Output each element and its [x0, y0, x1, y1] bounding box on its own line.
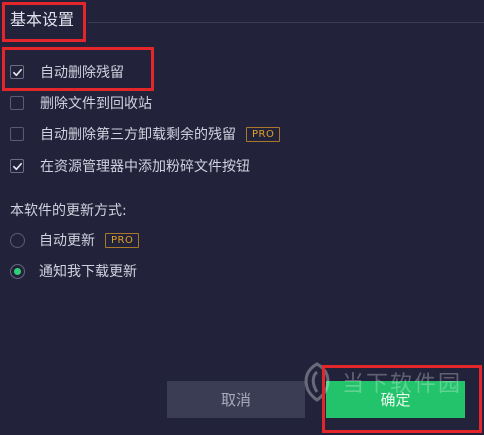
option-auto-delete-third-party-residue[interactable]: 自动删除第三方卸载剩余的残留 PRO: [10, 124, 281, 144]
radio-label: 自动更新: [39, 233, 95, 249]
radio-label: 通知我下载更新: [39, 264, 137, 280]
option-label: 在资源管理器中添加粉碎文件按钮: [40, 159, 250, 175]
option-label: 删除文件到回收站: [40, 96, 152, 112]
checkbox-unchecked[interactable]: [10, 127, 24, 141]
radio-dot-icon: [14, 267, 21, 275]
radio-auto-update[interactable]: 自动更新 PRO: [10, 230, 140, 250]
option-auto-delete-residue[interactable]: 自动删除残留: [10, 62, 124, 82]
radio-unselected[interactable]: [10, 232, 25, 248]
section-divider: [88, 22, 484, 23]
checkbox-checked[interactable]: [10, 159, 24, 173]
checkbox-checked[interactable]: [10, 65, 24, 79]
option-label: 自动删除残留: [40, 65, 124, 81]
pro-badge: PRO: [105, 232, 140, 248]
cancel-button[interactable]: 取消: [167, 381, 305, 418]
checkbox-unchecked[interactable]: [10, 96, 24, 110]
option-add-shred-button[interactable]: 在资源管理器中添加粉碎文件按钮: [10, 156, 250, 176]
check-icon: [12, 68, 22, 76]
radio-notify-update[interactable]: 通知我下载更新: [10, 261, 137, 281]
radio-selected[interactable]: [10, 263, 25, 279]
option-label: 自动删除第三方卸载剩余的残留: [40, 127, 236, 143]
option-delete-to-recycle-bin[interactable]: 删除文件到回收站: [10, 93, 152, 113]
update-method-heading: 本软件的更新方式:: [10, 203, 127, 219]
confirm-button[interactable]: 确定: [326, 381, 465, 418]
check-icon: [12, 162, 22, 170]
section-title: 基本设置: [10, 10, 75, 29]
settings-page: 基本设置 自动删除残留 删除文件到回收站 自动删除第三方卸载剩余的残留 PRO …: [0, 0, 484, 435]
pro-badge: PRO: [246, 126, 281, 142]
